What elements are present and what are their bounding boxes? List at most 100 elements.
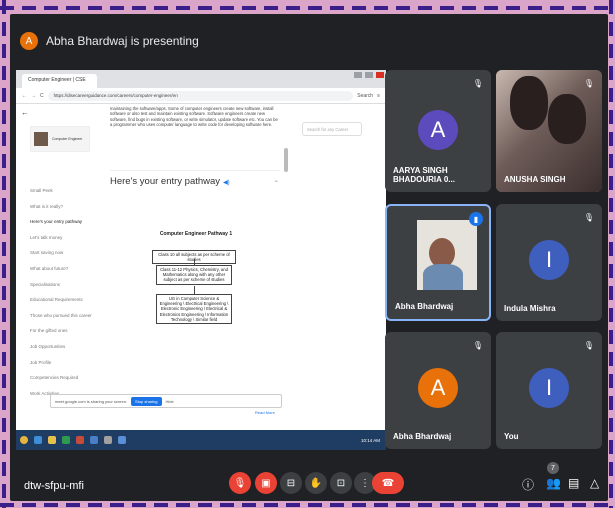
border-dash [110,503,124,507]
link-icon: ⌁ [274,179,278,185]
windows-taskbar: 10:14 AM [16,430,386,450]
participant-name: Indula Mishra [504,304,556,313]
border-dash [609,44,613,58]
browser-url-bar: ← → C https://disecareerguidance.com/car… [16,88,386,104]
border-dash [2,396,6,410]
share-banner-text: meet.google.com is sharing your screen. [55,398,128,404]
presenter-avatar: A [20,32,38,50]
sidebar-item: Let's talk money [30,234,63,240]
mic-off-icon: 🎙 [583,78,595,88]
border-dash [396,6,410,10]
people-icon: 👥 [546,476,561,490]
sidebar-item: For the gifted ones [30,328,68,334]
border-dash [418,6,432,10]
career-content: maintaining the software/apps. Some of c… [104,104,284,430]
present-button[interactable]: ⊡ [330,472,352,494]
people-button[interactable]: 👥 [546,476,561,490]
border-dash [609,0,613,14]
chat-button[interactable]: ▤ [568,476,579,490]
border-dash [2,308,6,322]
leave-call-button[interactable]: ☎ [372,472,404,494]
border-dash [154,6,168,10]
web-page: ← Computer Engineer Small Peek What is it… [16,104,386,430]
captions-button[interactable]: ⊟ [280,472,302,494]
border-dash [550,503,564,507]
sidebar-item: What is it really? [30,203,64,209]
sidebar-item: What about future? [30,265,69,271]
border-dash [2,132,6,146]
career-card: Computer Engineer [30,126,90,152]
border-dash [462,6,476,10]
border-dash [572,6,586,10]
border-dash [242,503,256,507]
border-dash [88,503,102,507]
hand-icon: ✋ [309,477,323,489]
mic-off-icon: 🎙 [472,78,484,88]
border-dash [286,6,300,10]
window-controls [354,72,384,78]
border-dash [609,176,613,190]
border-dash [2,484,6,498]
stop-sharing-button: Stop sharing [131,396,162,406]
border-dash [528,6,542,10]
border-dash [198,6,212,10]
participant-tile[interactable]: 🎙 ANUSHA SINGH [496,70,602,192]
participant-tile-speaking[interactable]: ▮ Abha Bhardwaj [385,204,491,321]
border-dash [594,503,608,507]
border-dash [330,6,344,10]
border-dash [286,503,300,507]
border-dash [22,503,36,507]
border-dash [2,462,6,476]
border-dash [528,503,542,507]
back-arrow-icon: ← [22,92,27,99]
border-dash [396,503,410,507]
reload-icon: C [40,92,44,99]
border-dash [220,6,234,10]
activities-button[interactable]: △ [590,476,599,490]
border-dash [2,220,6,234]
border-dash [609,242,613,256]
app-icon [104,436,112,444]
pathway-heading-text: Here's your entry pathway [110,176,221,187]
participant-name: Abha Bhardwaj [395,302,454,311]
border-dash [2,352,6,366]
start-icon [20,436,28,444]
participant-tile[interactable]: I 🎙 Indula Mishra [496,204,602,321]
border-dash [609,198,613,212]
border-dash [506,503,520,507]
border-dash [264,503,278,507]
participant-tile[interactable]: A 🎙 AARYA SINGH BHADOURIA 0... [385,70,491,192]
participant-avatar: I [529,368,569,408]
participant-name: You [504,432,519,441]
raise-hand-button[interactable]: ✋ [305,472,327,494]
border-dash [440,503,454,507]
outer-frame: A Abha Bhardwaj is presenting Computer E… [0,0,615,508]
browser-tab: Computer Engineer | CSE [22,74,97,88]
participant-name: ANUSHA SINGH [504,175,566,184]
border-dash [418,503,432,507]
menu-icon: ≡ [377,92,380,99]
screen-share-banner: meet.google.com is sharing your screen. … [50,394,282,408]
border-dash [176,6,190,10]
border-dash [110,6,124,10]
border-dash [506,6,520,10]
presenter-bar: A Abha Bhardwaj is presenting [20,26,350,56]
border-dash [609,462,613,476]
mic-toggle-button[interactable]: 🎙 [229,472,251,494]
participant-tile-self[interactable]: I 🎙 You [496,332,602,449]
border-dash [264,6,278,10]
camera-toggle-button[interactable]: ▣ [255,472,277,494]
speaking-indicator-icon: ▮ [469,212,483,226]
info-button[interactable]: ⓘ [522,476,534,493]
url-text: https://disecareerguidance.com/careers/c… [47,90,354,101]
border-dash [44,6,58,10]
sidebar-item: Those who pursued this career [30,312,92,318]
page-scrollbar [284,148,288,172]
minimize-icon [354,72,362,78]
mic-off-icon: 🎙 [233,477,247,489]
captions-icon: ⊟ [286,477,296,489]
participant-tile[interactable]: A 🎙 Abha Bhardwaj [385,332,491,449]
presenter-text: Abha Bhardwaj is presenting [46,34,199,48]
border-dash [220,503,234,507]
participant-avatar: I [529,240,569,280]
